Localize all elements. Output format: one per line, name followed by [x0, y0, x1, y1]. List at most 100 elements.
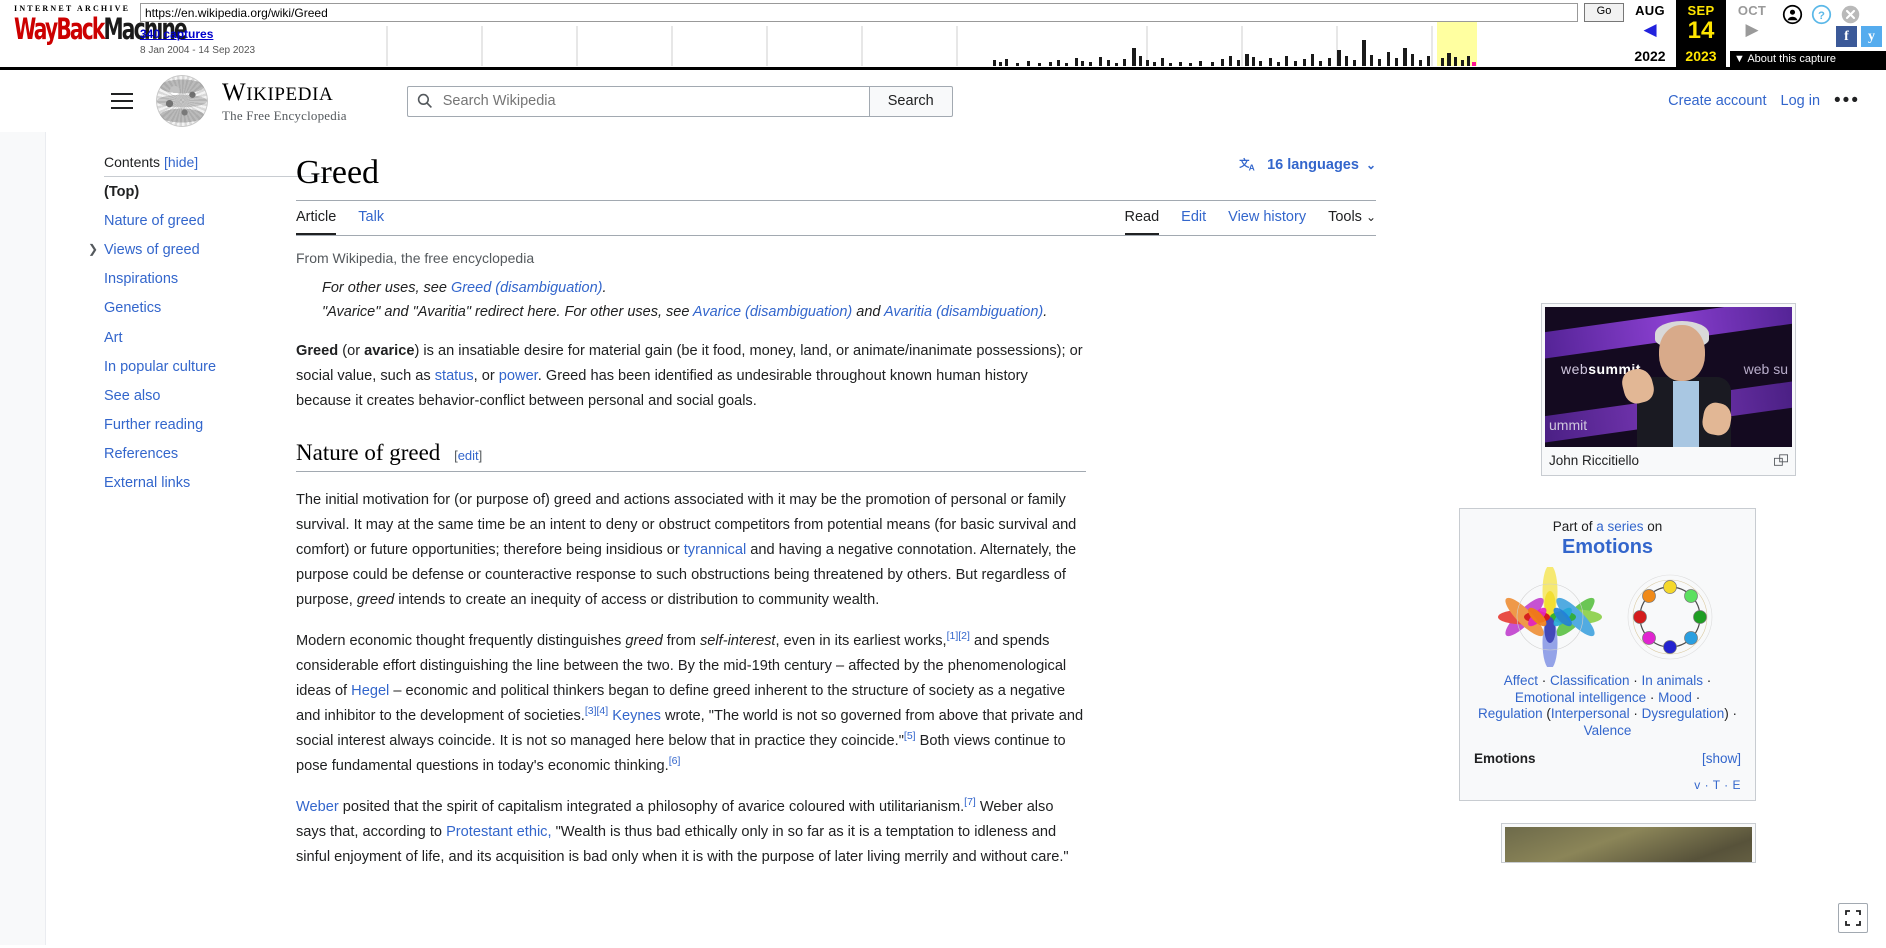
toc-item-top[interactable]: (Top) [104, 177, 296, 206]
page-title: Greed [296, 152, 1376, 201]
about-this-capture-button[interactable]: ▼ About this capture [1730, 51, 1886, 67]
ref-5[interactable]: [5] [904, 730, 916, 742]
link-affect[interactable]: Affect [1504, 673, 1538, 688]
wikipedia-logo[interactable]: WIKIPEDIA The Free Encyclopedia [156, 75, 347, 127]
emotions-topic-links: Affect · Classification · In animals · E… [1478, 673, 1737, 738]
toc-item-references[interactable]: References [104, 440, 296, 469]
hegel-link[interactable]: Hegel [351, 683, 389, 699]
status-link[interactable]: status [435, 368, 474, 384]
vte-links[interactable]: v · T · E [1468, 778, 1747, 792]
current-day-label: 14 [1687, 17, 1715, 44]
search-input-wrapper[interactable] [406, 85, 869, 117]
emotion-circumplex-diagram[interactable] [1620, 567, 1720, 667]
protestant-ethic-link[interactable]: Protestant ethic, [446, 824, 551, 840]
p1-t3: intends to create an inequity of access … [394, 592, 880, 608]
toc-item-in-popular-culture[interactable]: In popular culture [104, 352, 296, 381]
chevron-right-icon[interactable]: ❯ [88, 242, 98, 256]
search-button[interactable]: Search [868, 85, 953, 117]
close-icon[interactable] [1840, 4, 1861, 25]
log-in-link[interactable]: Log in [1781, 93, 1821, 109]
toc-item-genetics[interactable]: Genetics [104, 294, 296, 323]
link-emotional-intelligence[interactable]: Emotional intelligence [1515, 690, 1646, 705]
toc-item-art[interactable]: Art [104, 323, 296, 352]
search-input[interactable] [440, 92, 869, 110]
fullscreen-button[interactable] [1838, 903, 1868, 933]
plutchik-emotion-wheel[interactable] [1496, 567, 1604, 667]
keynes-link[interactable]: Keynes [612, 708, 661, 724]
emotions-show-link[interactable]: [show] [1702, 751, 1741, 766]
thumbnail-secondary[interactable] [1501, 823, 1756, 863]
chevron-down-icon: ⌄ [1365, 210, 1376, 224]
a-series-link[interactable]: a series [1596, 519, 1643, 534]
prev-arrow-icon[interactable]: ◀ [1624, 21, 1676, 38]
toc-item-label: References [104, 446, 179, 463]
wayback-url-input[interactable] [140, 3, 1578, 22]
tab-label: Article [296, 209, 337, 225]
next-arrow-icon[interactable]: ▶ [1726, 21, 1778, 38]
tab-read[interactable]: Read [1124, 201, 1160, 235]
ref-2[interactable]: [2] [958, 630, 970, 642]
help-icon[interactable]: ? [1811, 4, 1832, 25]
toc-item-views-of-greed[interactable]: ❯ Views of greed [88, 235, 296, 264]
tyrannical-link[interactable]: tyrannical [684, 542, 746, 558]
toc-item-external-links[interactable]: External links [104, 469, 296, 498]
wayback-go-button[interactable]: Go [1584, 3, 1624, 22]
part-of-series-line: Part of a series on [1552, 519, 1663, 534]
link-classification[interactable]: Classification [1550, 673, 1630, 688]
twitter-share-icon[interactable]: y [1861, 26, 1882, 47]
toc-hide-link[interactable]: [hide] [164, 154, 198, 170]
emotions-box-footer: Emotions [show] [1468, 751, 1747, 766]
avarice-disambiguation-link[interactable]: Avarice (disambiguation) [693, 304, 852, 320]
p2-t2: from [662, 633, 700, 649]
tab-view-history[interactable]: View history [1228, 201, 1306, 235]
tab-talk[interactable]: Talk [358, 201, 384, 235]
power-link[interactable]: power [499, 368, 538, 384]
ref-4[interactable]: [4] [597, 705, 609, 717]
thumbnail-image[interactable]: websummit web su ummit [1545, 307, 1792, 447]
toc-item-see-also[interactable]: See also [104, 381, 296, 410]
expand-image-icon[interactable] [1774, 454, 1788, 467]
toc-item-further-reading[interactable]: Further reading [104, 411, 296, 440]
more-options-icon[interactable]: ••• [1834, 91, 1860, 110]
languages-button[interactable]: 文 A 16 languages ⌄ [1239, 156, 1376, 173]
section-heading-nature-of-greed: Nature of greed [edit] [296, 440, 1086, 472]
section-edit-link[interactable]: [edit] [454, 448, 482, 463]
p1-i1: greed [356, 592, 395, 608]
wayback-current-capture[interactable]: SEP 14 2023 [1676, 0, 1726, 67]
wayback-captures-link[interactable]: 340 captures [140, 27, 213, 41]
wayback-prev-capture[interactable]: AUG ◀ 2022 [1624, 0, 1676, 67]
link-dysregulation[interactable]: Dysregulation [1642, 706, 1725, 721]
wayback-logo[interactable]: INTERNET ARCHIVE WayBackMachine [0, 0, 188, 67]
link-regulation[interactable]: Regulation [1478, 706, 1543, 721]
person-figure [1619, 321, 1739, 447]
link-valence[interactable]: Valence [1584, 723, 1632, 738]
weber-link[interactable]: Weber [296, 799, 339, 815]
ref-3[interactable]: [3] [585, 705, 597, 717]
ref-1[interactable]: [1] [947, 630, 959, 642]
greed-disambiguation-link[interactable]: Greed (disambiguation) [451, 280, 603, 296]
link-interpersonal[interactable]: Interpersonal [1551, 706, 1630, 721]
toc-item-nature-of-greed[interactable]: Nature of greed [104, 206, 296, 235]
ref-6[interactable]: [6] [669, 755, 681, 767]
main-menu-hamburger-icon[interactable] [100, 79, 144, 123]
toc-item-inspirations[interactable]: Inspirations [104, 265, 296, 294]
namespace-tabs: Article Talk [296, 201, 384, 235]
avaritia-disambiguation-link[interactable]: Avaritia (disambiguation) [884, 304, 1043, 320]
ref-7[interactable]: [7] [964, 796, 976, 808]
tab-tools[interactable]: Tools ⌄ [1328, 201, 1376, 235]
create-account-link[interactable]: Create account [1668, 93, 1766, 109]
internet-archive-label: INTERNET ARCHIVE [14, 4, 131, 13]
wayback-icon-row: ? [1778, 0, 1886, 25]
account-icon[interactable] [1782, 4, 1803, 25]
thumbnail-john-riccitiello: websummit web su ummit John Riccitiello [1541, 303, 1796, 476]
thumbnail-caption: John Riccitiello [1549, 453, 1640, 468]
thumbnail-secondary-image [1505, 827, 1752, 862]
tab-edit[interactable]: Edit [1181, 201, 1206, 235]
link-mood[interactable]: Mood [1658, 690, 1692, 705]
link-in-animals[interactable]: In animals [1642, 673, 1704, 688]
facebook-share-icon[interactable]: f [1836, 26, 1857, 47]
tab-article[interactable]: Article [296, 201, 337, 235]
toc-item-label: Inspirations [104, 271, 179, 288]
wayback-capture-histogram[interactable] [375, 22, 1624, 66]
emotions-series-title[interactable]: Emotions [1468, 536, 1747, 559]
